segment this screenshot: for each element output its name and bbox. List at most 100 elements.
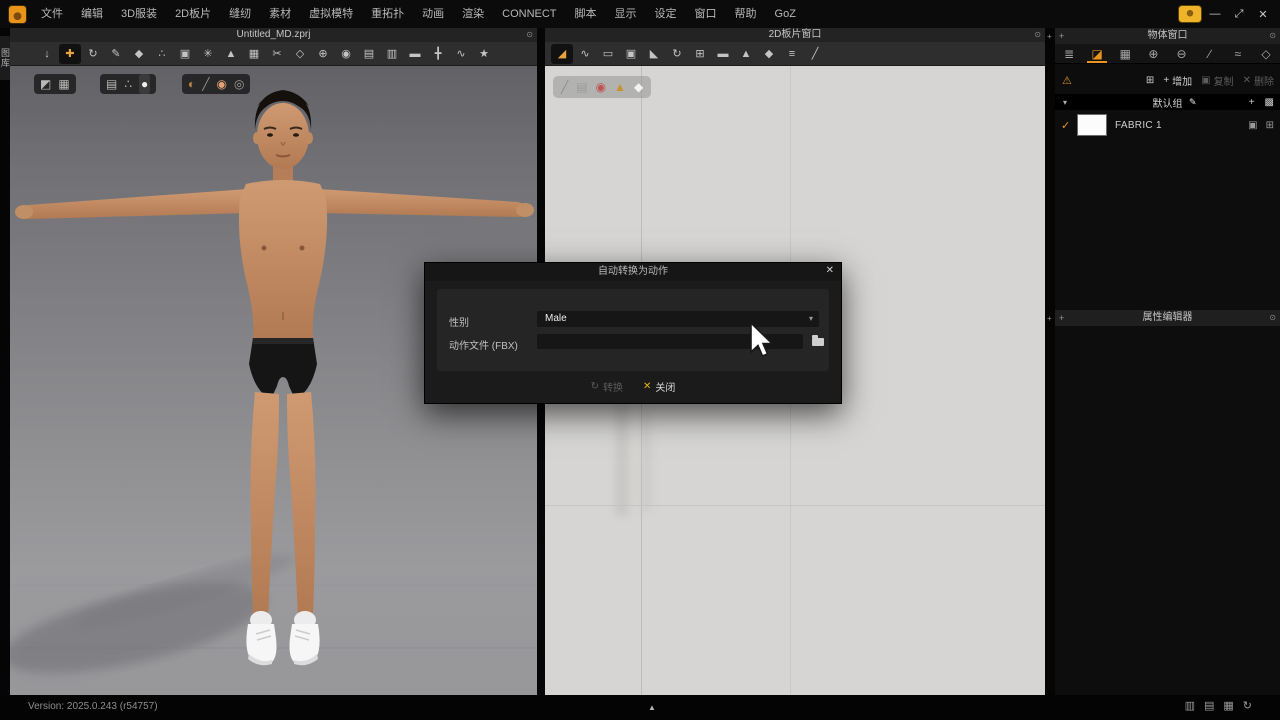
menu-item[interactable]: 文件 [32, 0, 72, 28]
add-folder-button[interactable]: ⊞ [1146, 75, 1154, 86]
convert-button[interactable]: ↻ 转换 [591, 379, 623, 394]
notch-tool[interactable]: ◆ [758, 44, 780, 64]
menu-item[interactable]: GoZ [766, 0, 805, 28]
add-fabric-button[interactable]: + 增加 [1163, 73, 1192, 88]
delete-fabric-button[interactable]: ✕ 删除 [1243, 73, 1274, 88]
fabric-group-row[interactable]: ▾ 默认组 ✎ + ▩ [1055, 94, 1280, 110]
tab-topstitch[interactable]: ∕ [1196, 44, 1224, 63]
fabric-add-icon[interactable]: ⊞ [1266, 120, 1274, 131]
dialog-close-icon[interactable]: ✕ [826, 265, 834, 276]
folder-icon[interactable]: ▩ [1265, 97, 1274, 108]
copy-fabric-button[interactable]: ▣ 复制 [1201, 73, 1233, 88]
menu-item[interactable]: 虚拟模特 [300, 0, 362, 28]
minimize-button[interactable]: — [1204, 8, 1226, 20]
layout-4-pane-icon[interactable]: ▦ [1223, 699, 1233, 712]
tab-trim[interactable]: ◇ [1252, 44, 1280, 63]
maximize-button[interactable]: ⤢ [1228, 8, 1250, 21]
bounding-volume-tool[interactable]: ▬ [404, 44, 426, 64]
dock-handle-icon[interactable]: + [1047, 32, 1052, 41]
warning-badge-icon[interactable]: ▲ [614, 77, 626, 97]
menu-item[interactable]: 3D服装 [112, 0, 166, 28]
menu-item[interactable]: 2D板片 [166, 0, 220, 28]
show-garment-2d-icon[interactable]: ◆ [634, 77, 643, 97]
fabric-swatch[interactable] [1077, 114, 1107, 136]
gizmo-mode-tool[interactable]: ↓ [36, 44, 58, 64]
dialog-close-button[interactable]: ✕ 关闭 [643, 379, 675, 394]
layout-2-pane-icon[interactable]: ▥ [1185, 699, 1195, 712]
menu-item[interactable]: 素材 [260, 0, 300, 28]
garment-2d-tool[interactable]: ▲ [735, 44, 757, 64]
steam-tool[interactable]: ◇ [289, 44, 311, 64]
pose-tool[interactable]: ★ [473, 44, 495, 64]
avatar-solid-icon[interactable]: ● [139, 74, 150, 94]
menu-item[interactable]: 动画 [413, 0, 453, 28]
menu-item[interactable]: 缝纫 [220, 0, 260, 28]
dart-tool[interactable]: ◣ [643, 44, 665, 64]
avatar-zero-icon[interactable]: ◎ [234, 74, 244, 94]
fold-tool[interactable]: ↻ [666, 44, 688, 64]
show-arrangement-points-icon[interactable]: ∴ [124, 74, 132, 94]
gender-dropdown[interactable]: Male ▾ [537, 311, 819, 327]
edit-pattern-icon[interactable]: ╱ [561, 77, 568, 97]
simulation-quality-icon[interactable]: ◐ [188, 74, 195, 94]
expand-timeline-icon[interactable]: ▲ [648, 703, 656, 712]
tab-graphic[interactable]: ▦ [1111, 44, 1139, 63]
edit-sewing-tool[interactable]: ✎ [105, 44, 127, 64]
edit-group-icon[interactable]: ✎ [1189, 97, 1197, 108]
menu-item[interactable]: 重拓扑 [362, 0, 413, 28]
menu-item[interactable]: CONNECT [493, 0, 565, 28]
move-tool[interactable]: ✚ [59, 44, 81, 64]
rectangle-tool[interactable]: ▭ [597, 44, 619, 64]
rounded-rect-tool[interactable]: ▣ [620, 44, 642, 64]
show-avatar-icon[interactable]: ▤ [106, 74, 117, 94]
check-icon[interactable]: ✓ [1061, 119, 1070, 132]
tab-puckering[interactable]: ≈ [1224, 44, 1252, 63]
mannequin-tool[interactable]: ▤ [358, 44, 380, 64]
pin-visibility-icon[interactable]: ╱ [202, 74, 209, 94]
pin-icon[interactable]: ⊙ [1269, 28, 1276, 44]
pin-icon[interactable]: ⊙ [526, 28, 533, 42]
browse-file-button[interactable] [809, 334, 827, 349]
reset-layout-icon[interactable]: ↻ [1243, 699, 1252, 712]
pin-tool[interactable]: ∴ [151, 44, 173, 64]
tab-scene-list[interactable]: ≣ [1055, 44, 1083, 63]
tab-button[interactable]: ⊕ [1139, 44, 1167, 63]
menu-item[interactable]: 帮助 [726, 0, 766, 28]
seam-line-tool[interactable]: ╱ [804, 44, 826, 64]
button-tool[interactable]: ⊕ [312, 44, 334, 64]
close-button[interactable]: ✕ [1252, 8, 1274, 21]
wind-controller-tool[interactable]: ✳ [197, 44, 219, 64]
menu-item[interactable]: 编辑 [72, 0, 112, 28]
grid-pattern-tool[interactable]: ⊞ [689, 44, 711, 64]
show-sewing-icon[interactable]: ▤ [576, 77, 587, 97]
project-tab-title[interactable]: Untitled_MD.zprj [10, 28, 537, 42]
menu-item[interactable]: 脚本 [566, 0, 606, 28]
arrange-clothes-tool[interactable]: ▣ [174, 44, 196, 64]
fold-arrangement-tool[interactable]: ▦ [243, 44, 265, 64]
fabric-detail-icon[interactable]: ▣ [1248, 120, 1257, 131]
edit-curve-tool[interactable]: ∿ [574, 44, 596, 64]
fabric-list-item[interactable]: ✓ FABRIC 1 ▣ ⊞ [1055, 110, 1280, 140]
pleat-tool[interactable]: ≡ [781, 44, 803, 64]
measure-tool[interactable]: ╋ [427, 44, 449, 64]
layout-3-pane-icon[interactable]: ▤ [1204, 699, 1214, 712]
pin-icon[interactable]: ⊙ [1269, 310, 1276, 326]
menu-item[interactable]: 窗口 [686, 0, 726, 28]
menu-item[interactable]: 设定 [646, 0, 686, 28]
pin-icon[interactable]: ⊙ [1034, 28, 1041, 42]
transform-pattern-tool[interactable]: ◢ [551, 44, 573, 64]
tab-buttonhole[interactable]: ⊖ [1168, 44, 1196, 63]
rotate-tool[interactable]: ↻ [82, 44, 104, 64]
wall-tool[interactable]: ▥ [381, 44, 403, 64]
menu-item[interactable]: 显示 [606, 0, 646, 28]
iron-tool[interactable]: ▬ [712, 44, 734, 64]
add-group-icon[interactable]: + [1249, 97, 1255, 108]
info-badge-icon[interactable]: ◉ [596, 77, 606, 97]
show-garment-icon[interactable]: ◩ [40, 74, 51, 94]
menu-item[interactable]: 渲染 [453, 0, 493, 28]
select-avatar-tool[interactable]: ◆ [128, 44, 150, 64]
dock-handle-icon[interactable]: + [1047, 314, 1052, 323]
tab-fabric[interactable]: ◪ [1083, 44, 1111, 63]
avatar-skin-icon[interactable]: ◉ [216, 74, 226, 94]
garment-tool[interactable]: ▲ [220, 44, 242, 64]
